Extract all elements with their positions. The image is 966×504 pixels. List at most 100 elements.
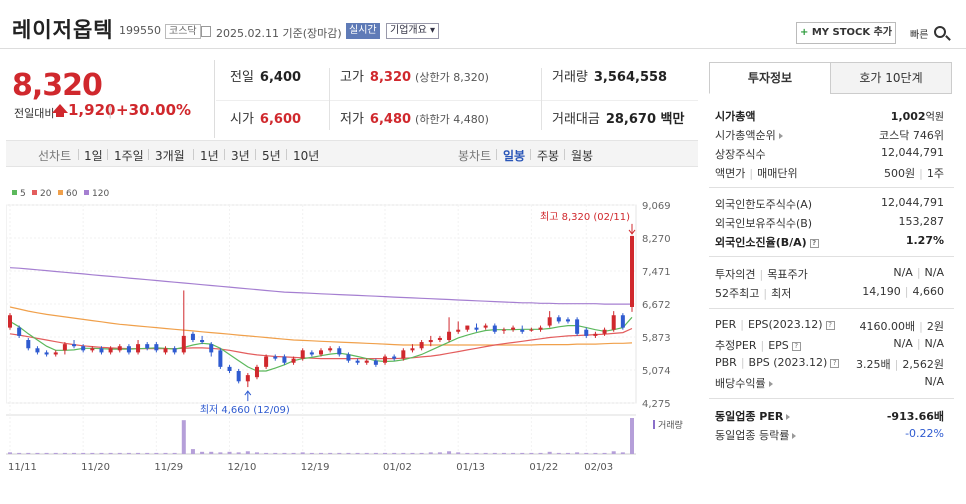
realtime-button[interactable]: 실시간 [346,23,380,39]
stat-label: 저가 [340,112,364,127]
candle-body [99,348,104,353]
company-overview-label: 기업개요 [390,25,427,36]
row-label: 시가총액순위 [715,127,783,143]
candle-body [346,354,351,361]
row-label: 52주최고 | 최저 [715,287,792,300]
volume-bar [511,452,516,454]
legend-swatch [32,190,37,195]
volume-bar [236,452,241,454]
stat-open: 시가 6,600 [230,108,301,127]
period-bar: 선차트 1일 1주일 3개월 1년 3년 5년 10년 봉차트 일봉 주봉 월봉 [6,140,698,167]
candle-body [319,350,323,355]
value-text: 4,660 [912,285,945,298]
label-text: 52주최고 [715,287,760,300]
company-overview-button[interactable]: 기업개요 ▾ [386,23,440,39]
volume-bar [483,452,488,454]
candle-body [236,370,241,382]
stat-value: 6,600 [259,112,302,127]
period-1y[interactable]: 1년 [200,147,219,164]
candle-body [511,327,516,330]
candle-body [108,348,113,353]
volume-bar [401,452,406,454]
candle-body [565,319,570,322]
my-stock-add-button[interactable]: + MY STOCK 추가 [796,22,896,44]
stock-name: 레이저옵텍 [12,18,114,42]
divider [148,149,149,160]
volume-bar [575,452,580,454]
row-dividend[interactable]: 배당수익률 N/A [709,375,954,393]
candle-body [190,333,195,341]
stat-low: 저가 6,480 (하한가 4,480) [340,108,489,127]
help-icon[interactable]: ? [830,358,840,368]
candlestick-chart[interactable]: 9,069 8,270 7,471 6,672 5,873 5,074 4,275 11/11… [6,182,698,492]
candle-body [8,315,12,328]
tab-orderbook[interactable]: 호가 10단계 [830,62,952,94]
candle-body [163,348,168,353]
row-label: 동일업종 PER [715,408,791,424]
stock-header: 레이저옵텍 199550 코스닥 2025.02.11 기준(장마감) 실시간 … [0,0,966,49]
tab-invest-info[interactable]: 투자정보 [709,62,831,94]
stat-value: 3,564,558 [593,70,668,85]
candle-body [428,340,433,343]
volume-bar [35,452,40,454]
volume-bar [145,452,150,454]
search-icon[interactable] [934,26,946,38]
volume-bar [245,451,250,454]
row-market-cap-rank[interactable]: 시가총액순위 코스닥 746위 [709,127,954,145]
volume-bar [218,452,223,454]
divider [530,149,531,160]
row-label: 동일업종 등락률 [715,427,797,443]
volume-bar [172,452,177,454]
label-text: BPS (2023.12) [748,356,828,369]
value-text: 3.25배 [856,358,891,371]
volume-bar [520,452,525,454]
period-5y[interactable]: 5년 [262,147,281,164]
period-1w[interactable]: 1주일 [114,147,144,164]
volume-bar [227,451,232,454]
volume-bar [392,452,397,454]
price-chart[interactable]: 9,069 8,270 7,471 6,672 5,873 5,074 4,275 11/11… [6,182,698,492]
candle-body [611,315,616,330]
help-icon[interactable]: ? [825,320,835,330]
volume-bar [108,452,113,454]
stock-code: 199550 [119,24,161,37]
row-label: 외국인한도주식수(A) [715,198,813,211]
help-icon[interactable]: ? [809,238,819,248]
candle-daily[interactable]: 일봉 [503,147,525,164]
stat-label: 전일 [230,70,254,85]
row-sector-per[interactable]: 동일업종 PER -913.66배 [709,408,954,426]
label-text: 투자의견 [715,268,756,281]
period-3m[interactable]: 3개월 [155,147,185,164]
candle-body [254,366,259,378]
candle-body [529,329,534,331]
label-text: 배당수익률 [715,377,766,390]
divider [709,398,954,399]
caret-right-icon [768,381,773,387]
value-text: 14,190 [862,285,901,298]
row-par-unit: 액면가 | 매매단위 500원 | 1주 [709,165,954,183]
candle-weekly[interactable]: 주봉 [537,147,559,164]
x-tick-label: 11/29 [154,462,183,473]
candle-body [200,340,205,343]
label-text: PBR [715,356,737,369]
candle-body [602,329,607,334]
legend-label: 120 [92,189,109,199]
row-value: N/A | N/A [893,266,944,279]
period-1d[interactable]: 1일 [84,147,103,164]
candle-body [483,325,488,328]
candle-body [328,348,333,351]
y-tick-label: 5,074 [642,366,671,377]
row-sector-rate[interactable]: 동일업종 등락률 -0.22% [709,427,954,445]
candle-monthly[interactable]: 월봉 [571,147,593,164]
value-text: 500원 [884,167,916,180]
label-text: EPS [768,339,789,352]
volume-bar [437,452,442,454]
candle-body [456,329,461,332]
value-text: N/A [924,337,944,350]
period-10y[interactable]: 10년 [293,147,319,164]
volume-bar [99,452,104,454]
help-icon[interactable]: ? [791,341,801,351]
candle-body [218,350,223,367]
caret-right-icon [778,133,783,139]
period-3y[interactable]: 3년 [231,147,250,164]
